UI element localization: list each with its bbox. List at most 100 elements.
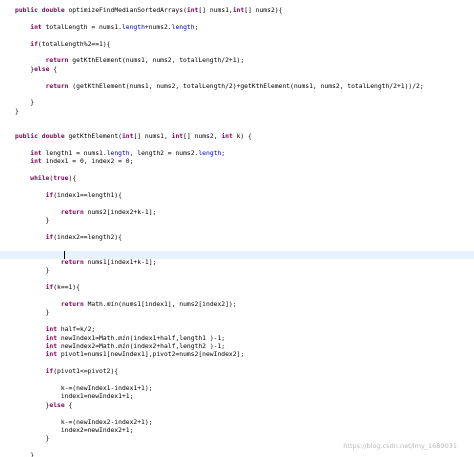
code-line[interactable]: return (getKthElement(nums1, nums2, tota… [0,83,474,91]
code-line[interactable] [0,91,474,99]
code-token: min [118,334,130,342]
current-line[interactable] [0,250,474,259]
code-token: (nums1[index1], nums2[index2]); [118,301,237,308]
keyword-token: else [49,401,65,409]
code-token: } [15,99,35,107]
code-line[interactable]: while(true){ [0,175,474,183]
code-line[interactable] [0,410,474,418]
code-line[interactable]: int newIndex1=Math.min(index1+half,lengt… [0,335,474,343]
code-line[interactable]: if(index2==length2){ [0,234,474,242]
keyword-token: double [41,133,65,140]
code-token: (k==1){ [53,284,80,292]
code-token: ; [221,149,226,157]
keyword-token: return [60,301,84,308]
field-token: length [121,23,145,31]
code-token: optimizeFindMedianSortedArrays( [64,7,187,14]
keyword-token: int [186,7,199,14]
keyword-token: public [15,7,38,14]
code-token: { [49,65,58,73]
code-line[interactable]: } [0,452,474,457]
code-line[interactable]: return nums2[index2+k-1]; [0,209,474,217]
code-line[interactable] [0,32,474,40]
keyword-token: return [60,208,84,216]
code-token: (getKthElement(nums1, nums2, totalLength… [68,82,424,90]
code-line[interactable] [0,225,474,233]
code-token: (index1+half,length1 )-1; [129,334,226,342]
code-token: } [15,267,50,275]
code-token: ; [194,23,199,31]
code-line[interactable] [0,167,474,175]
watermark: https://blog.csdn.net/lmy_1689031 [343,442,457,450]
code-line[interactable]: index2=newIndex2+1; [0,427,474,435]
code-line[interactable] [0,377,474,385]
code-token: totalLength = nums1. [41,23,122,31]
code-line[interactable]: if(k==1){ [0,284,474,292]
code-token: getKthElement(nums1, nums2, totalLength/… [68,57,245,65]
code-line[interactable]: int totalLength = nums1.length+nums2.len… [0,24,474,32]
code-line[interactable] [0,242,474,250]
keyword-token: int [45,351,58,359]
code-token: [] nums1, [198,7,233,14]
code-token: } [15,401,50,409]
code-line[interactable] [0,318,474,326]
code-token: nums2[index2+k-1]; [83,208,157,216]
keyword-token: return [45,82,69,90]
code-line[interactable]: int pivot1=nums1[newIndex1],pivot2=nums2… [0,351,474,359]
code-line[interactable] [0,49,474,57]
code-line[interactable]: return getKthElement(nums1, nums2, total… [0,57,474,65]
code-line[interactable] [0,74,474,82]
code-line[interactable]: if(pivot1<=pivot2){ [0,368,474,376]
code-line[interactable] [0,360,474,368]
code-line[interactable]: k-=(newIndex1-index1+1); [0,385,474,393]
code-line[interactable]: int half=k/2; [0,326,474,334]
code-line[interactable]: return nums1[index1+k-1]; [0,259,474,267]
code-token: (index2==length2){ [53,233,122,241]
code-line[interactable] [0,125,474,133]
code-line[interactable]: }else { [0,66,474,74]
code-line[interactable] [0,200,474,208]
code-line[interactable]: k-=(newIndex2-index2+1); [0,419,474,427]
code-line[interactable]: if(index1==length1){ [0,192,474,200]
code-editor[interactable]: public double optimizeFindMedianSortedAr… [0,0,474,457]
code-line[interactable]: } [0,108,474,116]
code-line[interactable]: int index1 = 0, index2 = 0; [0,158,474,166]
code-line[interactable]: index1=newIndex1+1; [0,393,474,401]
code-line[interactable] [0,141,474,149]
keyword-token: int [30,149,42,157]
code-line[interactable] [0,183,474,191]
code-line[interactable]: } [0,267,474,275]
code-line[interactable]: } [0,309,474,317]
code-line[interactable]: } [0,99,474,107]
keyword-token: int [45,343,58,350]
code-line[interactable]: }else { [0,402,474,410]
keyword-token: int [45,326,58,334]
code-line[interactable]: if(totalLength%2==1){ [0,41,474,49]
keyword-token: if [30,40,38,48]
code-line[interactable] [0,293,474,301]
code-line[interactable]: public double optimizeFindMedianSortedAr… [0,7,474,15]
code-token: pivot1=nums1[newIndex1],pivot2=nums2[new… [57,351,245,359]
code-token: [] nums1, [133,133,172,140]
code-line[interactable] [0,276,474,284]
code-line[interactable] [0,116,474,124]
code-token: (index2+half,length2 )-1; [129,343,226,350]
code-line[interactable]: int length1 = nums1.length, length2 = nu… [0,150,474,158]
code-line[interactable]: return Math.min(nums1[index1], nums2[ind… [0,301,474,309]
code-token: } [15,309,50,317]
code-line[interactable]: } [0,217,474,225]
keyword-token: public [15,133,38,140]
code-line[interactable] [0,15,474,23]
code-line[interactable]: public double getKthElement(int[] nums1,… [0,133,474,141]
code-token: k-=(newIndex2-index2+1); [15,418,153,426]
code-token: index1 = 0, index2 = 0; [41,158,134,166]
code-token: k) { [232,133,252,140]
